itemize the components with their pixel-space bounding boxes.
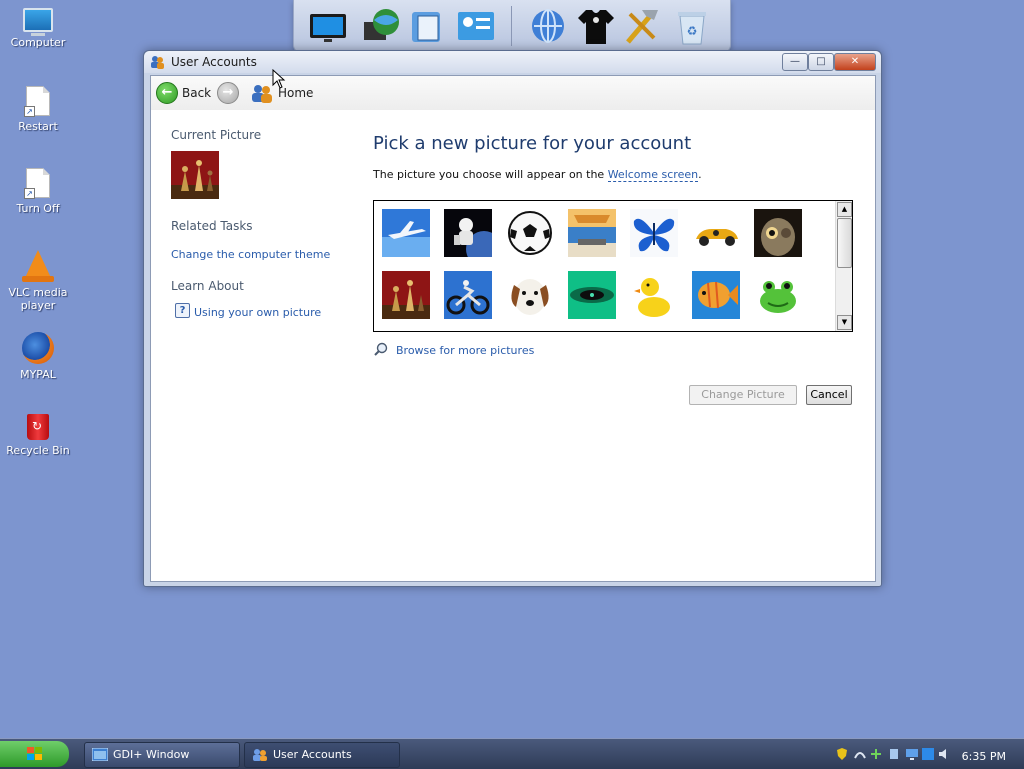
page-description: The picture you choose will appear on th… (373, 168, 702, 182)
connection-icon[interactable] (870, 748, 882, 760)
learn-about-heading: Learn About (171, 279, 244, 293)
back-button-label[interactable]: Back (182, 86, 211, 100)
desktop-icon-label: MYPAL (20, 368, 56, 381)
control-panel-icon[interactable] (456, 6, 496, 46)
maximize-button[interactable]: □ (808, 53, 834, 71)
picture-soccer-ball[interactable] (506, 209, 554, 257)
desktop-icon-label: Turn Off (16, 202, 60, 215)
svg-text:♻: ♻ (687, 24, 698, 38)
windows-logo-icon (27, 747, 42, 760)
system-tray: 6:35 PM (830, 742, 1024, 766)
gallery-scrollbar[interactable]: ▲ ▼ (835, 201, 852, 331)
language-icon[interactable] (922, 748, 934, 760)
scroll-up-button[interactable]: ▲ (837, 202, 852, 217)
close-button[interactable]: ✕ (834, 53, 876, 71)
picture-fish[interactable] (692, 271, 740, 319)
taskbar-button-gdi-window[interactable]: GDI+ Window (84, 742, 240, 768)
app-window-icon (92, 748, 108, 761)
navigation-bar: ← Back → Home (151, 76, 875, 110)
related-tasks-heading: Related Tasks (171, 219, 253, 233)
window-client-area: ← Back → Home Current Picture Related Ta… (150, 75, 876, 582)
start-button[interactable] (0, 741, 69, 767)
desktop-icon-label: Restart (18, 120, 58, 133)
task-sidebar: Current Picture Related Tasks Change the… (151, 110, 351, 581)
network-icon[interactable] (854, 748, 866, 760)
taskbar-button-label: GDI+ Window (113, 748, 190, 761)
volume-icon[interactable] (938, 748, 950, 760)
mouse-cursor-icon (272, 69, 286, 89)
using-own-picture-link[interactable]: Using your own picture (194, 306, 321, 319)
desktop-icon-recycle-bin[interactable]: Recycle Bin (0, 414, 76, 457)
vlc-icon (22, 250, 54, 282)
change-theme-link[interactable]: Change the computer theme (171, 248, 330, 261)
page-title: Pick a new picture for your account (373, 133, 692, 154)
window-title: User Accounts (171, 55, 257, 69)
minimize-button[interactable]: — (782, 53, 808, 71)
picture-car[interactable] (692, 209, 740, 257)
picture-chess[interactable] (382, 271, 430, 319)
security-shield-icon[interactable] (836, 748, 848, 760)
welcome-screen-link[interactable]: Welcome screen (607, 168, 699, 182)
device-icon[interactable] (888, 748, 900, 760)
help-icon: ? (175, 303, 190, 318)
forward-arrow-icon[interactable]: → (217, 82, 239, 104)
picture-duck[interactable] (630, 271, 678, 319)
picture-astronaut[interactable] (444, 209, 492, 257)
clock[interactable]: 6:35 PM (962, 750, 1006, 763)
monitor-icon[interactable] (308, 6, 348, 46)
dock: ♻ (293, 0, 731, 53)
user-accounts-home-icon[interactable] (251, 83, 273, 103)
user-accounts-icon (151, 56, 164, 69)
picture-frog[interactable] (754, 271, 802, 319)
current-account-picture (171, 151, 219, 199)
desktop-icon-vlc[interactable]: VLC media player (0, 250, 76, 312)
desktop-icon-mypal[interactable]: MYPAL (0, 332, 76, 381)
cancel-button[interactable]: Cancel (806, 385, 852, 405)
browse-more-pictures-link[interactable]: Browse for more pictures (396, 344, 534, 357)
picture-airplane[interactable] (382, 209, 430, 257)
desktop-icon-label: Computer (10, 36, 66, 49)
picture-fish-eye[interactable] (568, 271, 616, 319)
title-bar[interactable]: User Accounts — □ ✕ (144, 51, 881, 73)
restart-shortcut-icon: ↗ (24, 86, 50, 117)
computer-icon (23, 8, 53, 36)
description-suffix: . (698, 168, 702, 181)
picture-dirt-bike[interactable] (444, 271, 492, 319)
recycle-bin-icon (27, 414, 49, 440)
turn-off-shortcut-icon: ↗ (24, 168, 50, 199)
internet-icon[interactable] (528, 6, 568, 46)
taskbar-button-label: User Accounts (273, 748, 352, 761)
desktop-icon-restart[interactable]: ↗ Restart (0, 86, 76, 133)
picture-gallery[interactable]: ▲ ▼ (373, 200, 853, 332)
tools-icon[interactable] (622, 6, 662, 46)
taskbar: GDI+ Window User Accounts 6:35 PM (0, 738, 1024, 769)
picture-beach-chairs[interactable] (568, 209, 616, 257)
user-accounts-icon (253, 749, 267, 761)
change-picture-button[interactable]: Change Picture (689, 385, 797, 405)
desktop-icon-computer[interactable]: Computer (0, 4, 76, 49)
scroll-down-button[interactable]: ▼ (837, 315, 852, 330)
back-arrow-icon[interactable]: ← (156, 82, 178, 104)
documents-icon[interactable] (408, 6, 448, 46)
globe-folder-icon[interactable] (362, 6, 402, 46)
display-icon[interactable] (906, 748, 918, 760)
description-text: The picture you choose will appear on th… (373, 168, 608, 181)
scrollbar-thumb[interactable] (837, 218, 852, 268)
desktop-icon-turn-off[interactable]: ↗ Turn Off (0, 168, 76, 215)
picture-butterfly[interactable] (630, 209, 678, 257)
desktop-icon-label: VLC media player (8, 286, 68, 312)
recycle-bin-icon[interactable]: ♻ (672, 6, 712, 46)
picture-dog[interactable] (506, 271, 554, 319)
user-accounts-window: User Accounts — □ ✕ ← Back → Home Curren… (143, 50, 882, 587)
taskbar-button-user-accounts[interactable]: User Accounts (244, 742, 400, 768)
dock-separator (511, 6, 512, 46)
tshirt-icon[interactable] (576, 6, 616, 46)
desktop-icon-label: Recycle Bin (6, 444, 70, 457)
magnifier-icon (374, 342, 388, 356)
picture-owl[interactable] (754, 209, 802, 257)
current-picture-heading: Current Picture (171, 128, 262, 142)
mypal-browser-icon (22, 332, 54, 364)
